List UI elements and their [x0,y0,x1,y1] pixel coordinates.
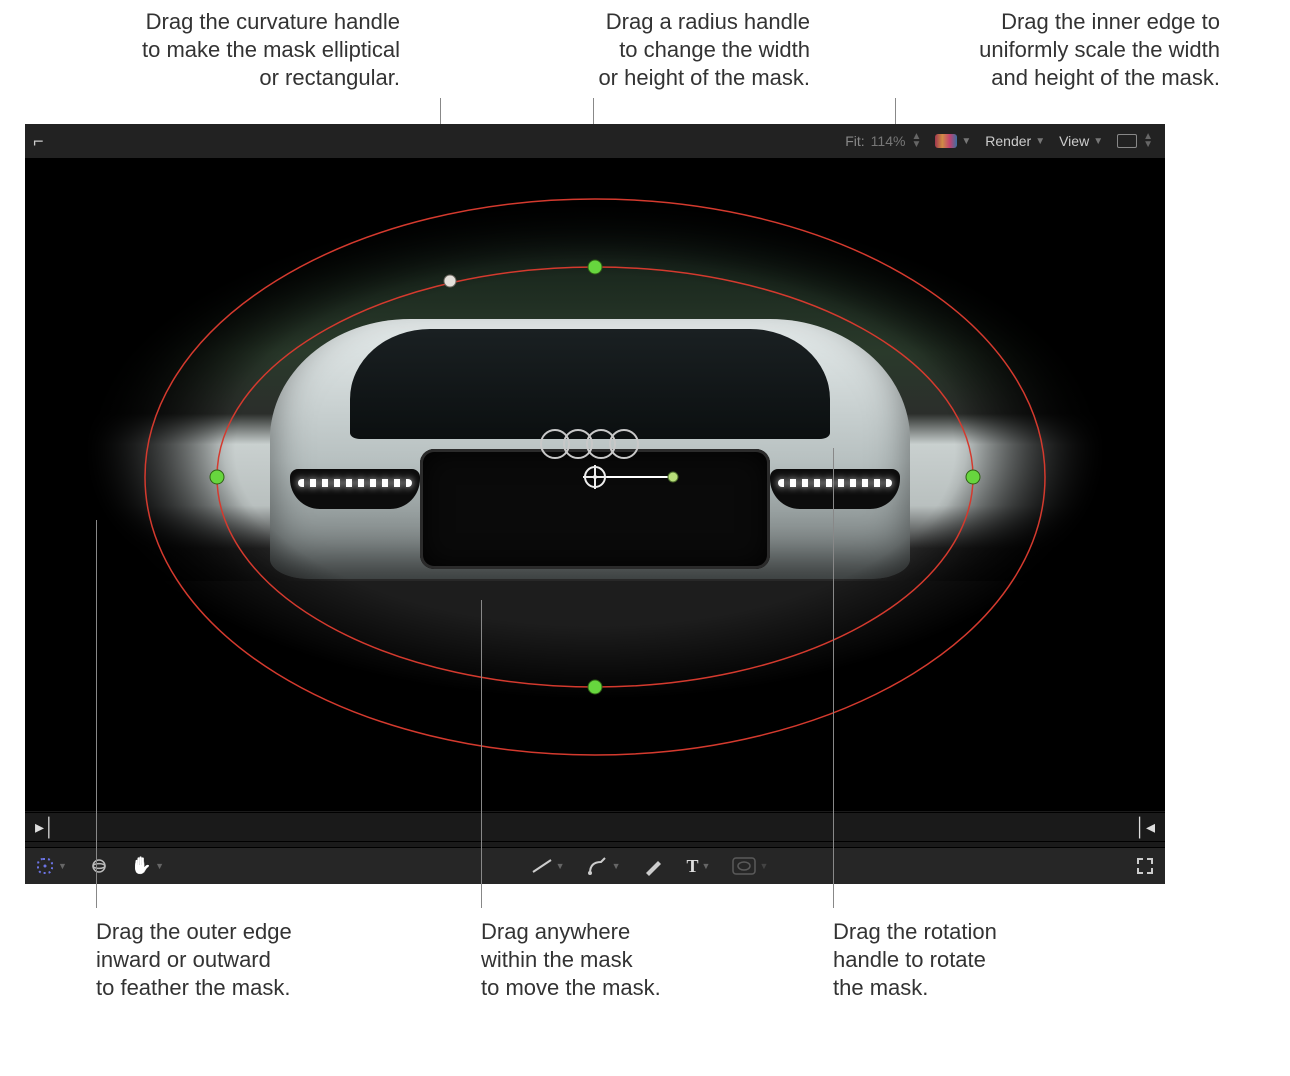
line-tool[interactable]: ▼ [531,856,565,876]
chevron-down-icon: ▼ [612,861,621,871]
chevron-down-icon: ▼ [1093,136,1103,147]
brush-icon [643,856,665,876]
orbit-tool[interactable] [89,856,109,876]
hand-icon: ✋ [131,856,152,876]
canvas[interactable] [50,169,1140,781]
chevron-down-icon: ▼ [961,136,971,147]
chevron-down-icon: ▼ [58,861,67,871]
chevron-down-icon: ▼ [1035,136,1045,147]
mask-tool[interactable]: ▼ [732,857,768,875]
viewport-layout-menu[interactable]: ▲▼ [1117,133,1153,149]
corner-marker-icon: ⌐ [33,131,44,152]
pen-icon [587,856,609,876]
radius-handle-bottom[interactable] [588,680,602,694]
expand-icon [1135,856,1155,876]
canvas-viewport[interactable] [25,159,1165,811]
chevron-down-icon: ▼ [556,861,565,871]
radius-handle-left[interactable] [210,470,224,484]
leader-rotation [833,448,834,908]
leader-move [481,600,482,908]
line-icon [531,856,553,876]
rgb-swatch-icon [935,134,957,148]
leader-outer-edge [96,520,97,908]
pan-tool[interactable]: ✋ ▼ [131,856,164,876]
brush-tool[interactable] [643,856,665,876]
view-menu[interactable]: View ▼ [1059,133,1103,149]
orbit-icon [89,856,109,876]
color-channel-menu[interactable]: ▼ [935,134,971,148]
callout-radius: Drag a radius handle to change the width… [440,8,810,92]
chevron-down-icon: ▼ [155,861,164,871]
canvas-footer: ▸│ │◂ Circle Mask ▼ [25,812,1165,884]
render-menu[interactable]: Render ▼ [985,133,1045,149]
chevron-down-icon: ▼ [702,861,711,871]
stepper-icon: ▲▼ [1143,133,1153,149]
radius-handle-top[interactable] [588,260,602,274]
callout-outer-edge: Drag the outer edge inward or outward to… [96,918,292,1002]
callout-move: Drag anywhere within the mask to move th… [481,918,661,1002]
callout-inner-edge: Drag the inner edge to uniformly scale t… [850,8,1220,92]
shape-mask-tool[interactable]: ▼ [35,856,67,876]
pen-tool[interactable]: ▼ [587,856,621,876]
viewport-frame-icon [1117,134,1137,148]
callout-rotation: Drag the rotation handle to rotate the m… [833,918,997,1002]
canvas-top-bar: ⌐ Fit: 114% ▲▼ ▼ Render ▼ View ▼ ▲▼ [25,124,1165,159]
chevron-down-icon: ▼ [759,861,768,871]
mask-icon [732,857,756,875]
canvas-panel: ⌐ Fit: 114% ▲▼ ▼ Render ▼ View ▼ ▲▼ [25,124,1165,884]
documentation-figure: Drag the curvature handle to make the ma… [0,0,1290,1076]
play-range-start-icon[interactable]: ▸│ [35,817,55,838]
curvature-handle[interactable] [444,275,456,287]
callout-curvature: Drag the curvature handle to make the ma… [30,8,400,92]
text-icon: T [687,856,699,877]
shape-mask-icon [35,856,55,876]
rotation-handle[interactable] [668,472,678,482]
fullscreen-toggle[interactable] [1135,856,1155,876]
text-tool[interactable]: T ▼ [687,856,711,877]
mini-timeline[interactable]: ▸│ │◂ [25,812,1165,842]
stepper-icon: ▲▼ [911,133,921,149]
canvas-toolbar: ▼ ✋ ▼ ▼ [25,847,1165,884]
radius-handle-right[interactable] [966,470,980,484]
fit-zoom-control[interactable]: Fit: 114% ▲▼ [845,133,921,149]
shape-mask-overlay[interactable] [50,169,1140,781]
play-range-end-icon[interactable]: │◂ [1135,817,1155,838]
